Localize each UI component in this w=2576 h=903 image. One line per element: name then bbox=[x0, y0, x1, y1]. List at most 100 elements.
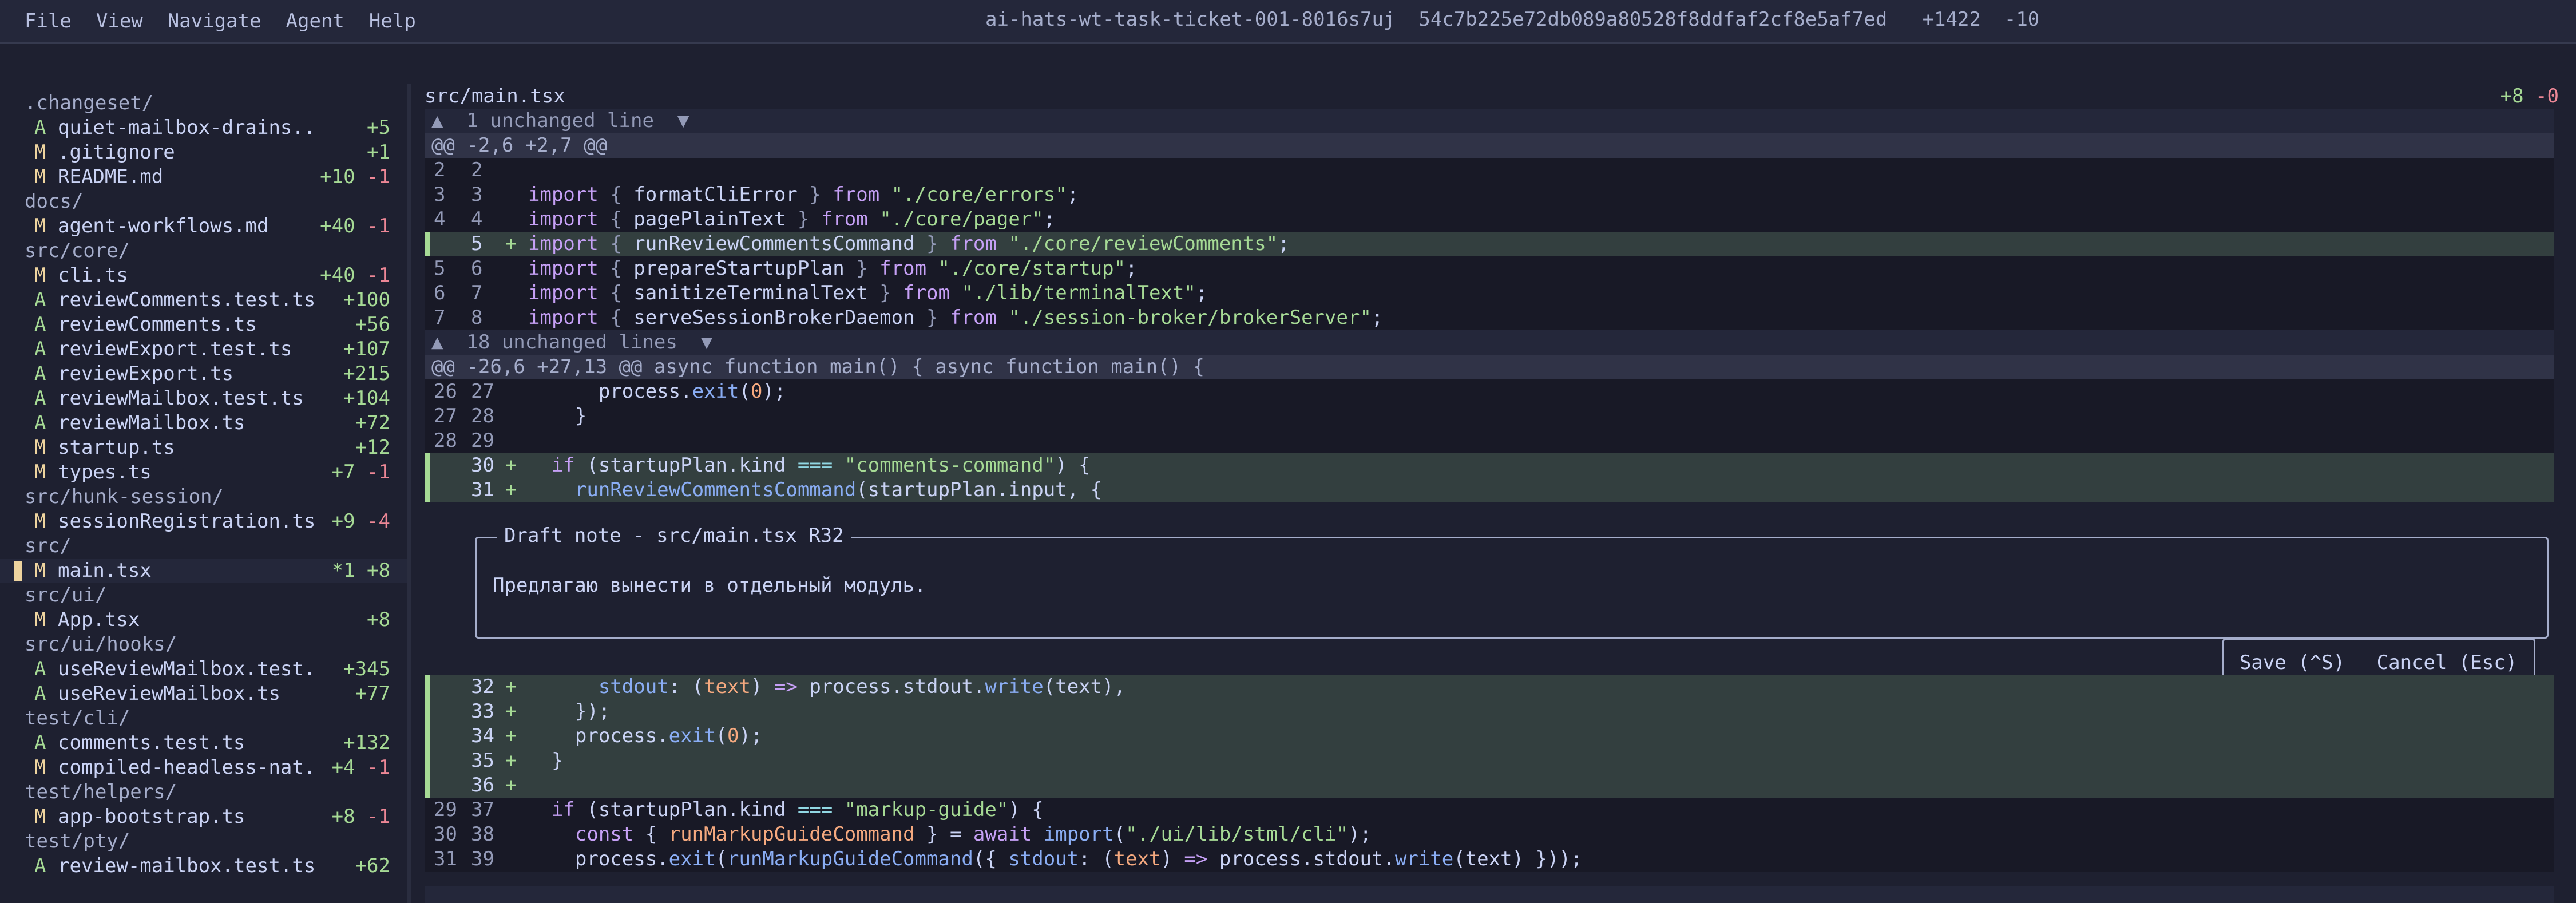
sidebar-file-item[interactable]: AreviewMailbox.test.ts +104 bbox=[0, 386, 407, 411]
sidebar-file-item[interactable]: AreviewExport.test.ts +107 bbox=[0, 337, 407, 362]
file-status: M bbox=[34, 559, 46, 582]
diff-line: 31 39 process.exit(runMarkupGuideCommand(… bbox=[425, 847, 2554, 872]
file-change-counts: +100 bbox=[343, 288, 390, 311]
file-status: A bbox=[34, 313, 46, 336]
menu-help[interactable]: Help bbox=[369, 10, 416, 33]
file-change-counts: +345 bbox=[343, 658, 390, 680]
file-change-counts: +1 bbox=[367, 141, 390, 164]
file-name: compiled-headless-nat. bbox=[58, 756, 316, 779]
file-name: useReviewMailbox.test. bbox=[58, 658, 316, 680]
next-file-header bbox=[425, 886, 2554, 903]
menu-bar: File View Navigate Agent Help ai-hats-wt… bbox=[0, 0, 2576, 44]
draft-note-panel: Draft note - src/main.tsx R32 Предлагаю … bbox=[425, 510, 2554, 688]
hunk-header: @@ -2,6 +2,7 @@ bbox=[425, 133, 2554, 158]
sidebar-file-item[interactable]: Mcli.ts +40 -1 bbox=[0, 263, 407, 288]
file-change-counts: +104 bbox=[343, 387, 390, 410]
sidebar-file-item[interactable]: Areview-mailbox.test.ts +62 bbox=[0, 854, 407, 878]
sidebar-dir: src/core/ bbox=[25, 239, 130, 262]
file-name: types.ts bbox=[58, 461, 152, 484]
file-status: M bbox=[34, 608, 46, 631]
menu-navigate[interactable]: Navigate bbox=[168, 10, 261, 33]
diff-view[interactable]: src/main.tsx +8 -0 ▲ 1 unchanged line ▼ … bbox=[411, 84, 2576, 903]
file-status: A bbox=[34, 338, 46, 361]
sidebar-file-item[interactable]: M README.md +10 -1 bbox=[0, 165, 407, 189]
diff-line-added: 36 + bbox=[425, 773, 2554, 798]
file-change-counts: +132 bbox=[343, 731, 390, 754]
sidebar-file-item[interactable]: Mapp-bootstrap.ts +8 -1 bbox=[0, 805, 407, 829]
diff-file-name: src/main.tsx bbox=[425, 85, 565, 108]
collapsed-lines-toggle[interactable]: ▲ 18 unchanged lines ▼ bbox=[425, 330, 2554, 355]
file-change-counts: +8 -1 bbox=[331, 805, 390, 828]
file-status: M bbox=[34, 510, 46, 533]
draft-note-text[interactable]: Предлагаю вынести в отдельный модуль. bbox=[493, 574, 926, 597]
diff-line-added: 31 + runReviewCommentsCommand(startupPlan… bbox=[425, 478, 2554, 502]
sidebar-dir: docs/ bbox=[25, 190, 84, 213]
sidebar-file-item[interactable]: Mmain.tsx *1 +8 bbox=[0, 559, 407, 583]
menu-file[interactable]: File bbox=[25, 10, 72, 33]
sidebar-file-item[interactable]: Mtypes.ts +7 -1 bbox=[0, 460, 407, 485]
file-name: reviewMailbox.test.ts bbox=[58, 387, 304, 410]
file-status: M bbox=[34, 141, 46, 164]
file-status: A bbox=[34, 411, 46, 434]
sidebar-file-item[interactable]: AuseReviewMailbox.ts +77 bbox=[0, 682, 407, 706]
draft-note-input[interactable]: Draft note - src/main.tsx R32 Предлагаю … bbox=[475, 524, 2549, 639]
menu-view[interactable]: View bbox=[96, 10, 143, 33]
file-name: cli.ts bbox=[58, 264, 128, 287]
diff-line: 6 7 import { sanitizeTerminalText } from "… bbox=[425, 281, 2554, 306]
sidebar-file-item[interactable]: MsessionRegistration.ts +9 -4 bbox=[0, 509, 407, 534]
diff-line-added: 33 + }); bbox=[425, 699, 2554, 724]
sidebar-file-item[interactable]: AreviewComments.ts +56 bbox=[0, 312, 407, 337]
file-name: reviewComments.ts bbox=[58, 313, 257, 336]
sidebar-file-item[interactable]: AuseReviewMailbox.test. +345 bbox=[0, 657, 407, 682]
sidebar-dir: src/ bbox=[25, 534, 72, 557]
file-change-counts: +5 bbox=[367, 116, 390, 139]
sidebar-file-item[interactable]: Mcompiled-headless-nat. +4 -1 bbox=[0, 755, 407, 780]
file-change-counts: +7 -1 bbox=[331, 461, 390, 484]
draft-note-title: Draft note - src/main.tsx R32 bbox=[497, 524, 851, 548]
sidebar-file-item[interactable]: Aquiet-mailbox-drains.. +5 bbox=[0, 116, 407, 140]
file-name: useReviewMailbox.ts bbox=[58, 682, 280, 705]
diff-line: 28 29 bbox=[425, 429, 2554, 453]
sidebar-file-item[interactable]: Mstartup.ts +12 bbox=[0, 435, 407, 460]
sidebar-file-item[interactable]: Acomments.test.ts +132 bbox=[0, 731, 407, 755]
sidebar-dir: .changeset/ bbox=[25, 92, 154, 114]
file-name: main.tsx bbox=[58, 559, 152, 582]
file-status: M bbox=[34, 756, 46, 779]
file-status: A bbox=[34, 854, 46, 877]
file-name: comments.test.ts bbox=[58, 731, 245, 754]
file-status: M bbox=[34, 805, 46, 828]
diff-line: 30 38 const { runMarkupGuideCommand } = a… bbox=[425, 822, 2554, 847]
diff-line: 27 28 } bbox=[425, 404, 2554, 429]
sidebar-file-item[interactable]: AreviewComments.test.ts +100 bbox=[0, 288, 407, 312]
diff-line-added: 5 + import { runReviewCommentsCommand } fr… bbox=[425, 232, 2554, 256]
hunk-header: @@ -26,6 +27,13 @@ async function main()… bbox=[425, 355, 2554, 379]
file-change-counts: +8 bbox=[367, 608, 390, 631]
sidebar-file-item[interactable]: AreviewMailbox.ts +72 bbox=[0, 411, 407, 435]
sidebar-file-item[interactable]: M App.tsx +8 bbox=[0, 608, 407, 632]
diff-line: 5 6 import { prepareStartupPlan } from "./… bbox=[425, 256, 2554, 281]
file-status: M bbox=[34, 215, 46, 237]
file-name: app-bootstrap.ts bbox=[58, 805, 245, 828]
file-name: quiet-mailbox-drains.. bbox=[58, 116, 316, 139]
collapsed-lines-toggle[interactable]: ▲ 1 unchanged line ▼ bbox=[425, 109, 2554, 133]
file-name: review-mailbox.test.ts bbox=[58, 854, 316, 877]
file-status: A bbox=[34, 731, 46, 754]
file-name: App.tsx bbox=[58, 608, 140, 631]
sidebar-file-item[interactable]: AreviewExport.ts +215 bbox=[0, 362, 407, 386]
diff-line-added: 35 + } bbox=[425, 748, 2554, 773]
file-status: M bbox=[34, 165, 46, 188]
file-name: sessionRegistration.ts bbox=[58, 510, 316, 533]
file-name: agent-workflows.md bbox=[58, 215, 269, 237]
menu-agent[interactable]: Agent bbox=[286, 10, 344, 33]
file-name: reviewMailbox.ts bbox=[58, 411, 245, 434]
sidebar-file-item[interactable]: M .gitignore +1 bbox=[0, 140, 407, 165]
sidebar-dir: src/ui/hooks/ bbox=[25, 633, 177, 656]
selected-marker bbox=[14, 561, 22, 581]
file-status: A bbox=[34, 658, 46, 680]
file-tree-sidebar[interactable]: .changeset/Aquiet-mailbox-drains.. +5 M .gi… bbox=[0, 84, 411, 903]
file-change-counts: +72 bbox=[355, 411, 390, 434]
file-name: startup.ts bbox=[58, 436, 175, 459]
diff-line: 26 27 process.exit(0); bbox=[425, 379, 2554, 404]
file-name: reviewExport.test.ts bbox=[58, 338, 292, 361]
sidebar-file-item[interactable]: Magent-workflows.md +40 -1 bbox=[0, 214, 407, 239]
